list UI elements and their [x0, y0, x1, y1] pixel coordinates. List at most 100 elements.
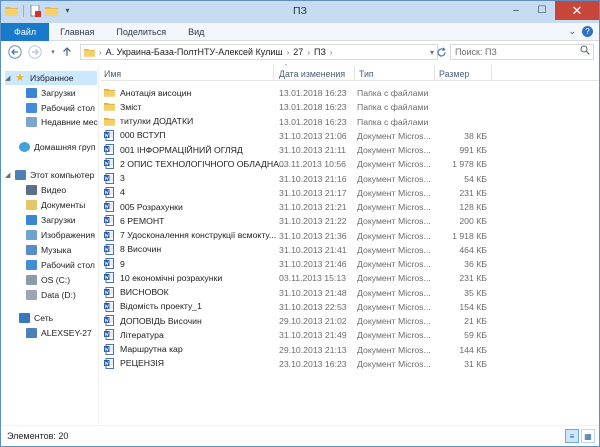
nav-desktop-pc[interactable]: Рабочий стол [26, 258, 95, 272]
file-name-cell: титулки ДОДАТКИ [104, 116, 193, 127]
nav-downloads[interactable]: Загрузки [26, 86, 76, 100]
file-name: 9 [120, 258, 125, 269]
file-name-cell: ДОПОВІДЬ Височин [104, 315, 202, 326]
file-row[interactable]: 8 Височин 31.10.2013 21:41 Документ Micros… [101, 243, 521, 257]
column-separator[interactable] [273, 65, 274, 81]
nav-music[interactable]: Музыка [26, 243, 71, 257]
desktop-icon [26, 260, 37, 270]
nav-drive-c[interactable]: OS (C:) [26, 273, 70, 287]
drive-icon [26, 275, 37, 285]
file-row[interactable]: 005 Розрахунки 31.10.2013 21:21 Документ M… [101, 200, 521, 214]
file-type: Документ Micros... [357, 145, 431, 155]
file-row[interactable]: ВИСНОВОК 31.10.2013 21:48 Документ Micros.… [101, 286, 521, 300]
back-button[interactable] [7, 44, 23, 60]
file-row[interactable]: 10 економічні розрахунки 03.11.2013 15:13… [101, 271, 521, 285]
nav-label: Домашняя груп [34, 142, 96, 152]
window-controls: ‒ ☐ ✕ [503, 1, 599, 20]
up-button[interactable] [59, 44, 75, 60]
large-icons-view-button[interactable]: ▦ [581, 429, 595, 443]
file-size: 38 КБ [464, 130, 487, 141]
column-date[interactable]: Дата изменения [279, 69, 345, 79]
file-name: 6 РЕМОНТ [120, 215, 165, 226]
minimize-button[interactable]: ‒ [503, 1, 529, 20]
breadcrumb-segment[interactable]: 27 [293, 47, 303, 57]
tab-share[interactable]: Поделиться [105, 23, 177, 41]
refresh-button[interactable] [433, 44, 449, 60]
file-row[interactable]: 4 31.10.2013 21:17 Документ Micros... 231 К… [101, 186, 521, 200]
nav-recent[interactable]: Недавние мес [26, 115, 98, 129]
details-view-button[interactable]: ≡ [565, 429, 579, 443]
file-name-cell: 9 [104, 258, 125, 269]
maximize-button[interactable]: ☐ [529, 1, 555, 20]
file-row[interactable]: 9 31.10.2013 21:46 Документ Micros... 36 КБ [101, 257, 521, 271]
word-document-icon [104, 343, 115, 355]
pane-splitter[interactable] [98, 65, 99, 425]
documents-icon [26, 200, 37, 210]
close-button[interactable]: ✕ [555, 1, 599, 20]
file-type: Документ Micros... [357, 273, 431, 284]
nav-downloads-pc[interactable]: Загрузки [26, 213, 76, 227]
breadcrumb-segment[interactable]: A. Украина-База-ПолтНТУ-Алексей Кулиш [106, 47, 283, 57]
file-row[interactable]: Література 31.10.2013 21:49 Документ Micro… [101, 328, 521, 342]
column-name[interactable]: Имя [104, 69, 121, 79]
help-icon[interactable]: ? [582, 26, 593, 37]
nav-desktop[interactable]: Рабочий стол [26, 101, 95, 115]
file-type: Документ Micros... [357, 316, 431, 326]
tab-file[interactable]: Файл [1, 23, 50, 41]
chevron-down-icon[interactable]: ◢ [5, 171, 13, 179]
file-name: 3 [120, 173, 125, 183]
column-type[interactable]: Тип [359, 69, 374, 79]
expand-ribbon-icon[interactable]: ⌄ [568, 26, 576, 37]
nav-label: Этот компьютер [30, 170, 95, 180]
file-row[interactable]: 000 ВСТУП 31.10.2013 21:06 Документ Micros… [101, 129, 521, 143]
file-name-cell: 4 [104, 186, 125, 198]
file-row[interactable]: 3 31.10.2013 21:16 Документ Micros... 54 КБ [101, 172, 521, 186]
nav-documents[interactable]: Документы [26, 198, 85, 212]
file-row[interactable]: 2 ОПИС ТЕХНОЛОГІЧНОГО ОБЛАДНА... 03.11.20… [101, 157, 521, 171]
nav-favorites[interactable]: ◢ ★ Избранное [5, 71, 97, 85]
breadcrumb-segment[interactable]: ПЗ [314, 47, 326, 57]
column-separator[interactable] [434, 65, 435, 81]
search-input[interactable]: Поиск: ПЗ [450, 44, 594, 60]
chevron-right-icon[interactable]: › [330, 48, 333, 57]
nav-network-computer[interactable]: ALEXSEY-27 [26, 326, 92, 340]
file-name: титулки ДОДАТКИ [120, 116, 194, 126]
nav-drive-d[interactable]: Data (D:) [26, 288, 76, 302]
file-row[interactable]: 001 ІНФОРМАЦІЙНИЙ ОГЛЯД 31.10.2013 21:11 Д… [101, 143, 521, 157]
column-separator[interactable] [491, 65, 492, 81]
file-date: 03.11.2013 15:13 [279, 273, 346, 284]
nav-video[interactable]: Видео [26, 183, 66, 197]
file-type: Папка с файлами [357, 116, 429, 127]
address-bar[interactable]: › A. Украина-База-ПолтНТУ-Алексей Кулиш … [80, 44, 438, 60]
file-row[interactable]: ДОПОВІДЬ Височин 29.10.2013 21:02 Документ… [101, 314, 521, 328]
column-separator[interactable] [354, 65, 355, 81]
forward-button[interactable] [27, 44, 43, 60]
file-date: 31.10.2013 21:11 [279, 145, 346, 155]
chevron-down-icon[interactable]: ◢ [5, 74, 13, 82]
file-type: Документ Micros... [357, 330, 431, 341]
file-row[interactable]: РЕЦЕНЗІЯ 23.10.2013 16:23 Документ Micros.… [101, 357, 521, 371]
nav-network[interactable]: Сеть [19, 311, 53, 325]
file-row[interactable]: Відомість проекту_1 31.10.2013 22:53 Докум… [101, 300, 521, 314]
search-icon[interactable] [580, 45, 590, 60]
file-row[interactable]: Маршрутна кар 29.10.2013 21:13 Документ Mi… [101, 343, 521, 357]
view-switcher: ≡ ▦ [565, 429, 595, 443]
file-row[interactable]: 7 Удосконалення конструкції всмокту... 31… [101, 229, 521, 243]
nav-this-pc[interactable]: ◢ Этот компьютер [5, 168, 94, 182]
tab-view[interactable]: Вид [177, 23, 215, 41]
tab-home[interactable]: Главная [49, 23, 105, 41]
file-row[interactable]: 6 РЕМОНТ 31.10.2013 21:22 Документ Micros.… [101, 214, 521, 228]
file-row[interactable]: Зміст 13.01.2018 16:23 Папка с файлами [101, 100, 521, 114]
file-type: Документ Micros... [357, 259, 431, 269]
nav-homegroup[interactable]: Домашняя груп [19, 140, 96, 154]
chevron-right-icon[interactable]: › [307, 48, 310, 57]
file-row[interactable]: Анотація висоцин 13.01.2018 16:23 Папка с … [101, 86, 521, 100]
nav-images[interactable]: Изображения [26, 228, 95, 242]
chevron-right-icon[interactable]: › [287, 48, 290, 57]
file-date: 31.10.2013 21:48 [279, 287, 347, 298]
file-name-cell: 000 ВСТУП [104, 129, 165, 141]
file-row[interactable]: титулки ДОДАТКИ 13.01.2018 16:23 Папка с ф… [101, 115, 521, 129]
word-document-icon [104, 243, 115, 255]
column-size[interactable]: Размер [439, 69, 469, 79]
word-document-icon [104, 158, 115, 170]
